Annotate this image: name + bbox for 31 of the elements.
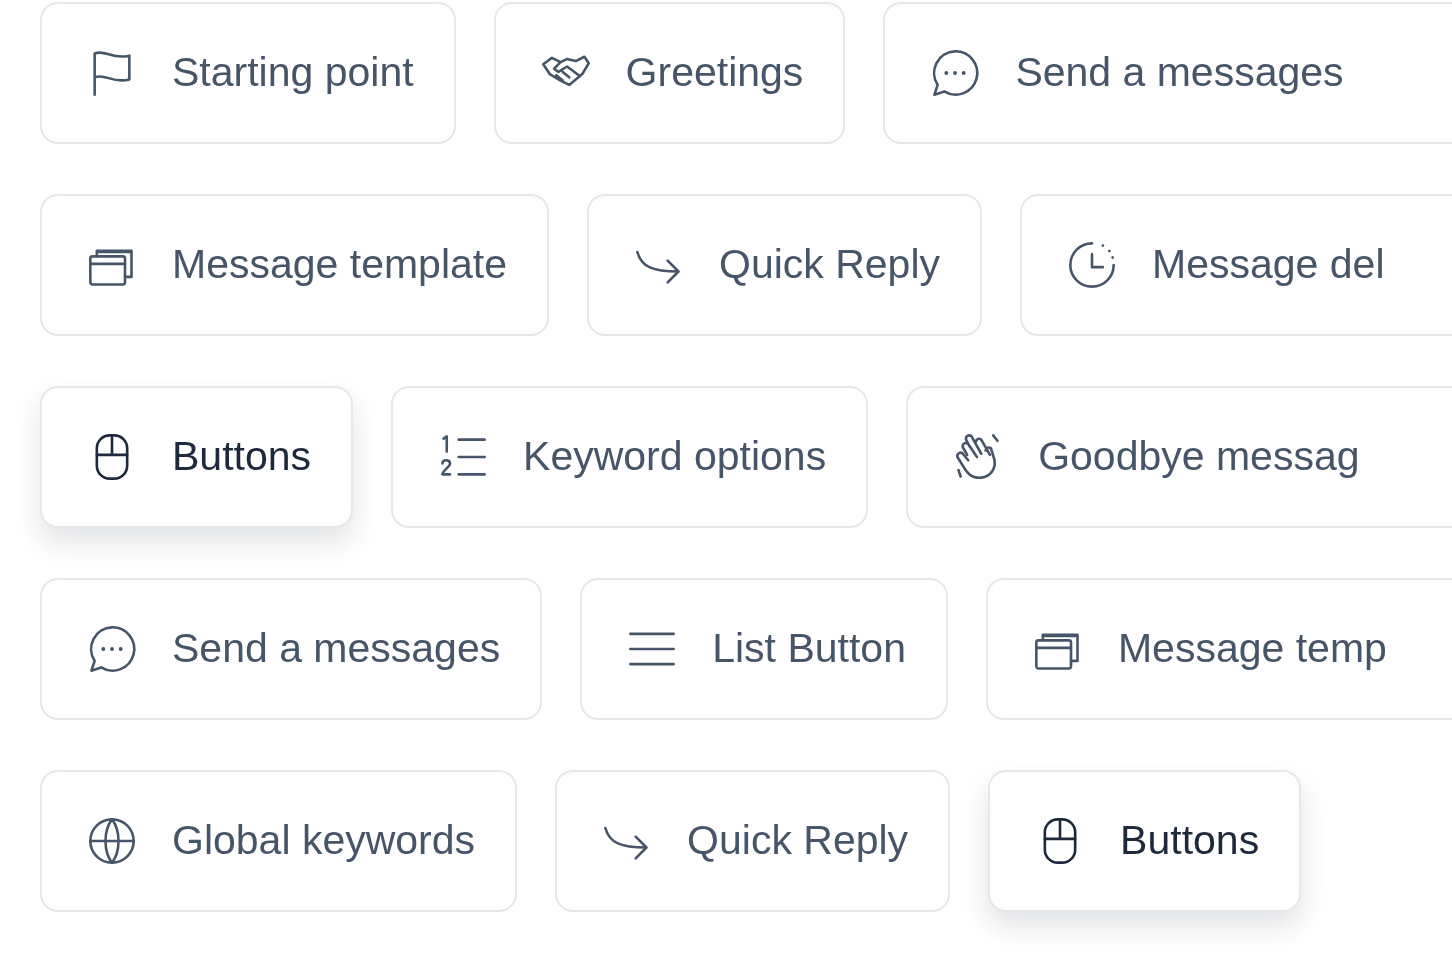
- node-label: Global keywords: [172, 816, 476, 866]
- node-label: Greetings: [625, 48, 804, 98]
- node-label: Buttons: [172, 432, 312, 482]
- node-card[interactable]: Greetings: [493, 2, 846, 144]
- node-label: Message del: [1152, 240, 1385, 290]
- node-label: Quick Reply: [719, 240, 941, 290]
- node-card[interactable]: Quick Reply: [587, 194, 983, 336]
- node-card[interactable]: List Button: [580, 578, 948, 720]
- node-card[interactable]: Starting point: [40, 2, 456, 144]
- node-label: Buttons: [1120, 816, 1260, 866]
- node-label: Quick Reply: [687, 816, 909, 866]
- node-card[interactable]: Send a messages: [883, 2, 1452, 144]
- node-label: List Button: [712, 624, 906, 674]
- node-card[interactable]: Message temp: [985, 578, 1452, 720]
- node-label: Keyword options: [523, 432, 827, 482]
- node-label: Message template: [172, 240, 507, 290]
- node-card[interactable]: Buttons: [988, 770, 1302, 912]
- node-card[interactable]: Goodbye messag: [906, 386, 1452, 528]
- node-card[interactable]: Quick Reply: [555, 770, 951, 912]
- globe-icon: [86, 815, 138, 867]
- node-card[interactable]: Send a messages: [40, 578, 543, 720]
- node-card[interactable]: Message del: [1020, 194, 1452, 336]
- node-label: Goodbye messag: [1038, 432, 1360, 482]
- node-card[interactable]: Buttons: [40, 386, 354, 528]
- node-card[interactable]: Global keywords: [40, 770, 518, 912]
- node-card[interactable]: Message template: [40, 194, 549, 336]
- node-label: Send a messages: [172, 624, 501, 674]
- node-label: Starting point: [172, 48, 414, 98]
- node-label: Message temp: [1117, 624, 1387, 674]
- node-card[interactable]: Keyword options: [391, 386, 869, 528]
- node-label: Send a messages: [1015, 48, 1344, 98]
